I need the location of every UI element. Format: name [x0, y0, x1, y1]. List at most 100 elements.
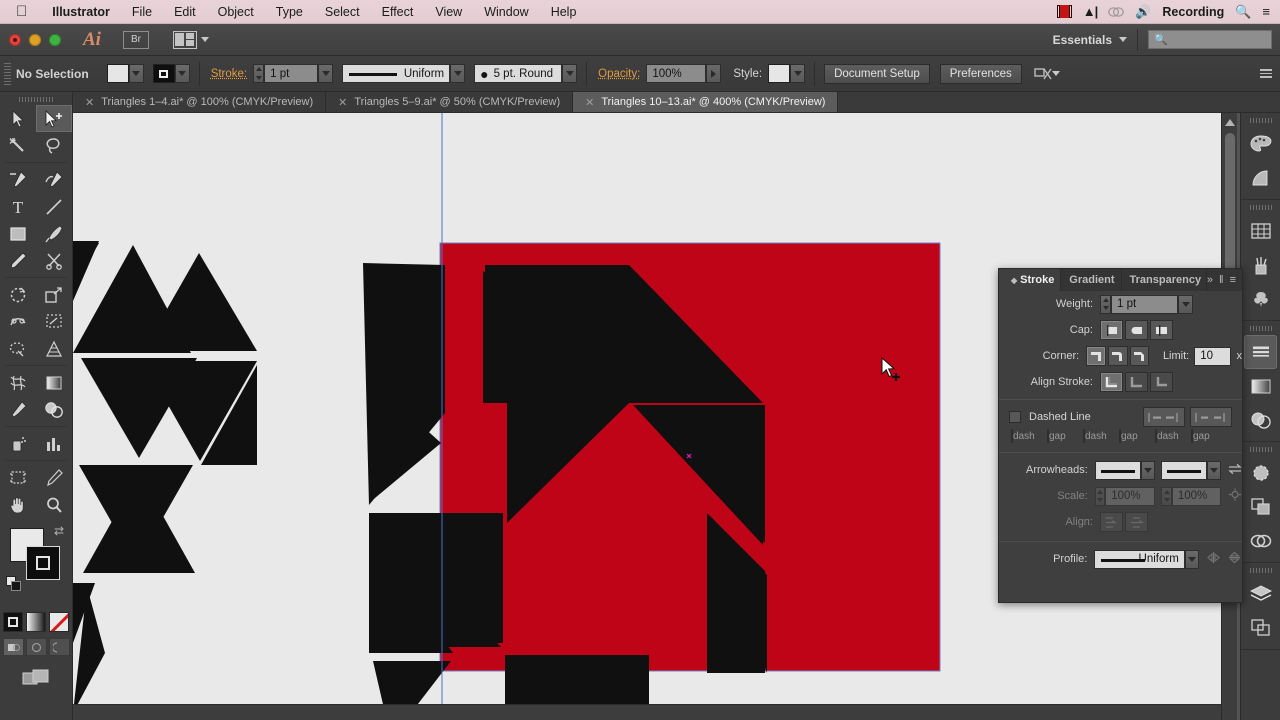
tools-panel-gripper[interactable] — [0, 94, 72, 105]
scale-tool[interactable] — [36, 281, 72, 308]
document-setup-button[interactable]: Document Setup — [824, 63, 930, 84]
blend-tool[interactable] — [36, 396, 72, 423]
chevron-down-icon[interactable] — [1051, 71, 1060, 76]
stroke-weight-label[interactable]: Stroke: — [211, 68, 247, 80]
free-transform-tool[interactable] — [0, 335, 36, 362]
weight-input[interactable]: 1 pt — [1111, 294, 1178, 314]
hand-tool[interactable] — [0, 491, 36, 518]
lasso-tool[interactable] — [36, 132, 72, 159]
arrowhead-end-select[interactable] — [1161, 460, 1208, 480]
scale-start-input[interactable]: 100% — [1105, 486, 1155, 506]
scissors-tool[interactable] — [36, 247, 72, 274]
close-icon[interactable]: ✕ — [338, 96, 347, 109]
artboard-tool[interactable] — [0, 464, 36, 491]
artboards-panel-icon[interactable] — [1241, 611, 1280, 645]
color-button[interactable] — [3, 612, 23, 632]
projecting-cap-button[interactable] — [1150, 320, 1173, 340]
curvature-tool[interactable] — [36, 166, 72, 193]
direct-selection-tool[interactable] — [36, 105, 72, 132]
link-arrowhead-scales-icon[interactable] — [1228, 488, 1242, 504]
selection-tool[interactable] — [0, 105, 36, 132]
opacity-input[interactable]: 100% — [646, 64, 707, 83]
scale-start-stepper[interactable] — [1094, 486, 1106, 506]
control-panel-menu-button[interactable] — [1260, 69, 1272, 78]
line-segment-tool[interactable] — [36, 193, 72, 220]
close-icon[interactable]: ✕ — [85, 96, 94, 109]
scale-end-stepper[interactable] — [1161, 486, 1172, 506]
align-center-button[interactable] — [1100, 372, 1123, 392]
brush-definition-dropdown[interactable] — [562, 64, 578, 83]
color-guide-icon[interactable] — [1241, 161, 1280, 195]
paintbrush-tool[interactable] — [36, 220, 72, 247]
weight-stepper[interactable] — [1100, 294, 1111, 314]
color-panel-icon[interactable] — [1241, 127, 1280, 161]
illustrator-icon[interactable]: ▲| — [1083, 4, 1098, 19]
opacity-dropdown[interactable] — [706, 64, 722, 83]
column-graph-tool[interactable] — [36, 430, 72, 457]
arrowhead-start-dropdown[interactable] — [1140, 460, 1155, 480]
perspective-grid-tool[interactable] — [36, 335, 72, 362]
control-bar-gripper[interactable] — [4, 62, 11, 85]
width-tool[interactable] — [0, 308, 36, 335]
brushes-panel-icon[interactable] — [1241, 248, 1280, 282]
tab-gradient[interactable]: Gradient — [1061, 269, 1122, 291]
draw-behind-button[interactable] — [25, 638, 47, 656]
dock-gripper[interactable] — [1241, 324, 1280, 333]
menu-item-view[interactable]: View — [424, 5, 473, 19]
width-profile-dropdown[interactable] — [450, 64, 466, 83]
panel-collapse-icon[interactable]: ◆ — [1011, 276, 1017, 285]
swatches-panel-icon[interactable] — [1241, 214, 1280, 248]
gap-field-2[interactable]: gap — [1119, 429, 1152, 443]
swap-arrowheads-icon[interactable] — [1228, 463, 1242, 478]
draw-normal-button[interactable] — [2, 638, 24, 656]
horizontal-scrollbar[interactable] — [73, 704, 1221, 720]
pencil-tool[interactable] — [0, 247, 36, 274]
bridge-button[interactable]: Br — [122, 30, 149, 49]
zoom-button[interactable] — [49, 33, 61, 46]
dash-field-1[interactable]: dash — [1011, 429, 1044, 443]
align-inside-button[interactable] — [1125, 372, 1148, 392]
scale-end-input[interactable]: 100% — [1171, 486, 1222, 506]
graphic-style-swatch[interactable] — [768, 64, 791, 83]
menu-item-file[interactable]: File — [121, 5, 163, 19]
rectangle-tool[interactable] — [0, 220, 36, 247]
dash-field-2[interactable]: dash — [1083, 429, 1116, 443]
shape-builder-tool[interactable] — [36, 308, 72, 335]
workspace-switcher[interactable]: Essentials — [1053, 33, 1127, 47]
magic-wand-tool[interactable] — [0, 132, 36, 159]
tab-stroke[interactable]: ◆ Stroke — [999, 269, 1062, 291]
swap-fill-stroke-icon[interactable]: ⇄ — [54, 524, 64, 538]
flip-along-icon[interactable] — [1206, 551, 1221, 567]
menu-item-window[interactable]: Window — [473, 5, 539, 19]
dash-field-3[interactable]: dash — [1155, 429, 1188, 443]
graphic-style-dropdown[interactable] — [790, 64, 806, 83]
stroke-swatch-dropdown[interactable] — [174, 64, 190, 83]
miter-join-button[interactable] — [1086, 346, 1106, 366]
align-outside-button[interactable] — [1150, 372, 1173, 392]
menu-item-help[interactable]: Help — [540, 5, 588, 19]
pen-tool[interactable] — [0, 166, 36, 193]
stroke-weight-input[interactable]: 1 pt — [264, 64, 319, 83]
round-join-button[interactable] — [1107, 346, 1128, 366]
opacity-label[interactable]: Opacity: — [598, 68, 640, 80]
apple-logo-icon[interactable]:  — [16, 4, 27, 19]
rotate-tool[interactable] — [0, 281, 36, 308]
slice-tool[interactable] — [36, 464, 72, 491]
appearance-panel-icon[interactable] — [1241, 456, 1280, 490]
mesh-tool[interactable] — [0, 369, 36, 396]
creative-cloud-icon[interactable] — [1108, 5, 1125, 19]
fill-color-swatch[interactable] — [106, 64, 129, 83]
profile-dropdown[interactable] — [1184, 549, 1199, 569]
width-profile-select[interactable]: Uniform — [342, 64, 451, 83]
none-button[interactable] — [49, 612, 69, 632]
spotlight-search-icon[interactable]: 🔍 — [1235, 4, 1251, 20]
symbols-panel-icon[interactable] — [1241, 282, 1280, 316]
fill-swatch-dropdown[interactable] — [128, 64, 144, 83]
document-tab-3[interactable]: ✕ Triangles 10–13.ai* @ 400% (CMYK/Previ… — [573, 92, 839, 112]
expand-panels-icon[interactable]: » — [1207, 274, 1213, 286]
close-button[interactable] — [9, 33, 21, 46]
gradient-button[interactable] — [26, 612, 46, 632]
tab-transparency[interactable]: Transparency — [1122, 269, 1207, 291]
dock-gripper[interactable] — [1241, 116, 1280, 125]
flip-across-icon[interactable] — [1227, 551, 1242, 567]
